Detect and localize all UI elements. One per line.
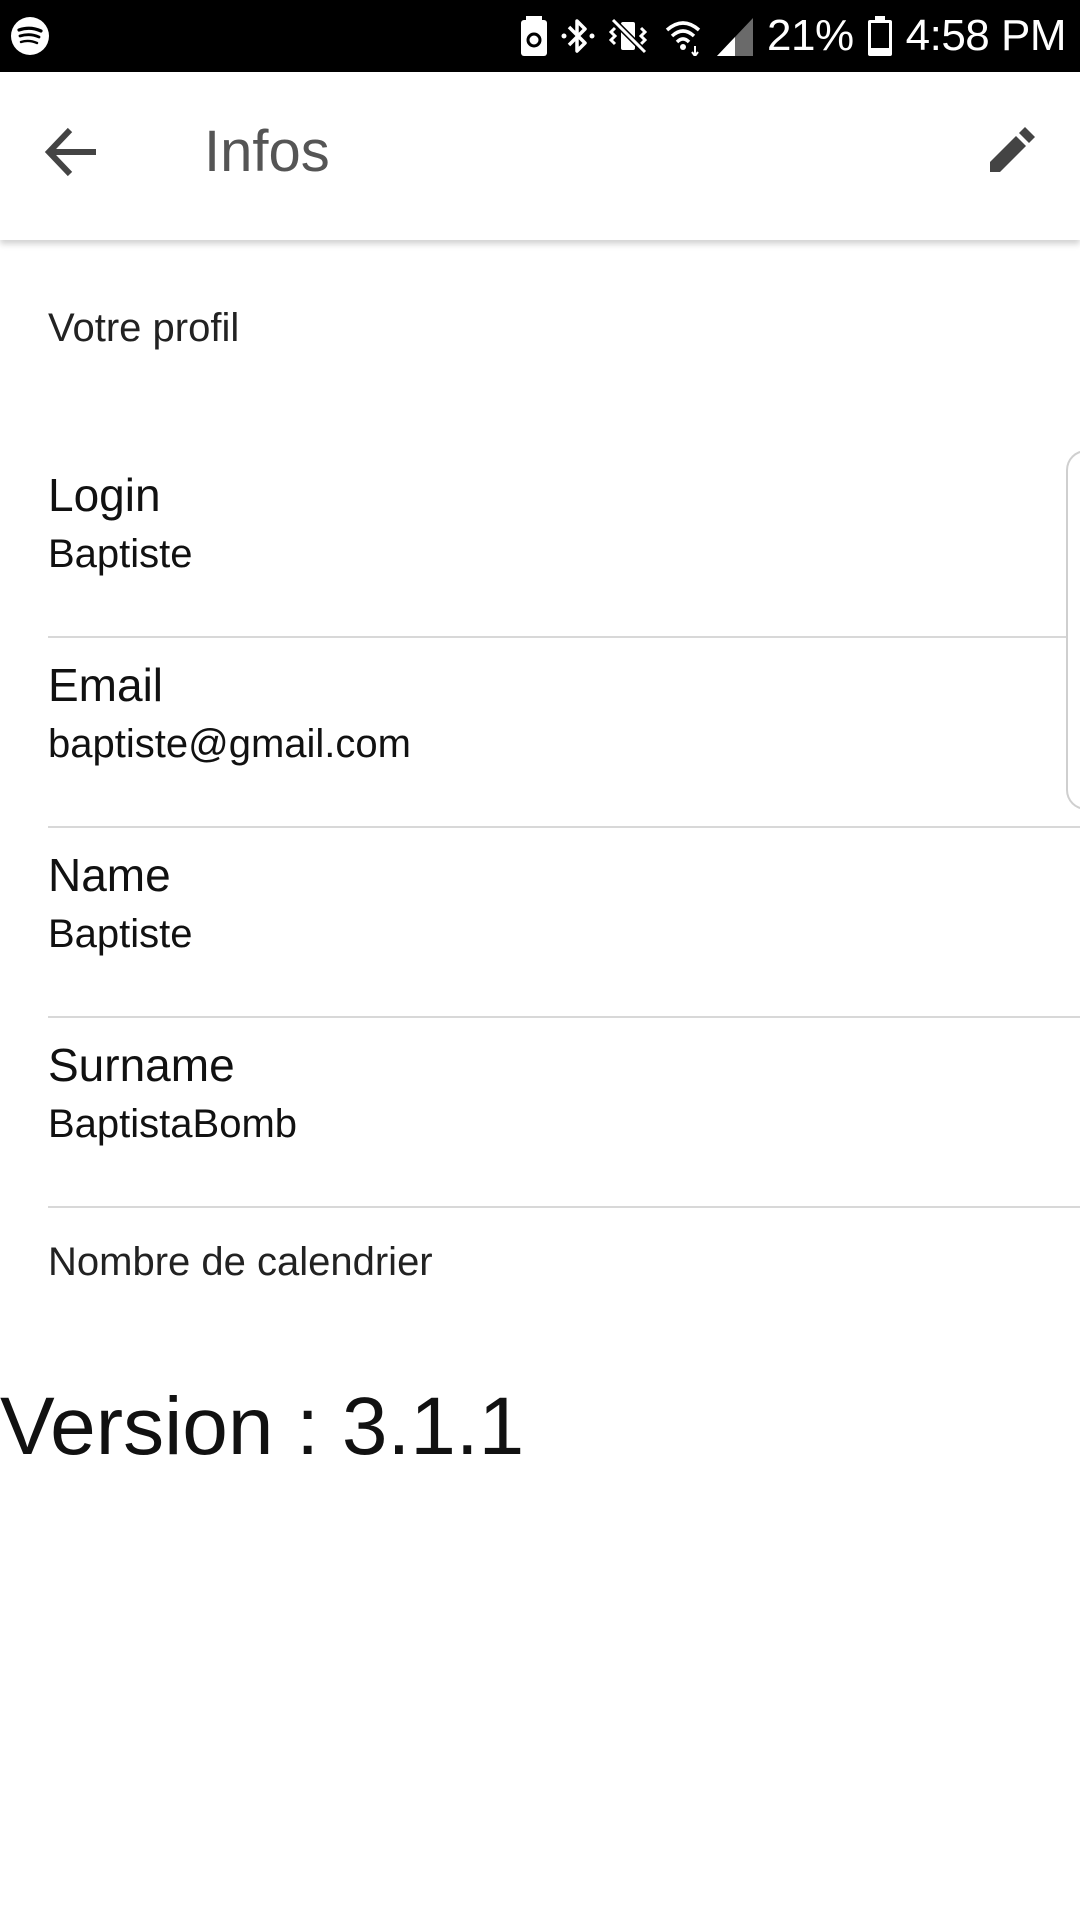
- status-bar: 21% 4:58 PM: [0, 0, 1080, 72]
- field-value: Baptiste: [48, 912, 193, 956]
- field-label: Name: [48, 849, 171, 901]
- version-text: Version : 3.1.1: [0, 1381, 525, 1472]
- page-title: Infos: [204, 119, 330, 184]
- field-email: Email baptiste@gmail.com: [48, 636, 1080, 828]
- vibrate-icon: [609, 17, 648, 55]
- edit-button[interactable]: [978, 120, 1042, 184]
- field-value: baptiste@gmail.com: [48, 722, 411, 766]
- battery-icon: [867, 16, 892, 56]
- wifi-icon: [665, 21, 701, 56]
- battery-saver-icon: [521, 16, 548, 56]
- field-label: Login: [48, 469, 161, 521]
- status-icons: 21% 4:58 PM: [521, 0, 1067, 72]
- field-value: Baptiste: [48, 532, 193, 576]
- calendar-count-label: Nombre de calendrier: [48, 1240, 433, 1284]
- battery-percent: 21%: [767, 11, 854, 60]
- signal-icon: [717, 18, 754, 56]
- edge-panel-handle[interactable]: [1066, 450, 1080, 810]
- pencil-icon: [990, 127, 1035, 172]
- back-button[interactable]: [40, 120, 104, 184]
- field-value: BaptistaBomb: [48, 1102, 298, 1146]
- section-title: Votre profil: [48, 306, 240, 350]
- app-bar: Infos: [0, 72, 1080, 240]
- field-surname: Surname BaptistaBomb: [48, 1016, 1080, 1208]
- clock: 4:58 PM: [905, 11, 1067, 60]
- field-name: Name Baptiste: [48, 826, 1080, 1018]
- field-login: Login Baptiste: [48, 446, 1080, 638]
- field-label: Email: [48, 659, 164, 711]
- spotify-icon: [11, 17, 49, 55]
- arrow-back-icon: [44, 127, 96, 177]
- field-label: Surname: [48, 1039, 235, 1091]
- bluetooth-icon: [561, 19, 595, 53]
